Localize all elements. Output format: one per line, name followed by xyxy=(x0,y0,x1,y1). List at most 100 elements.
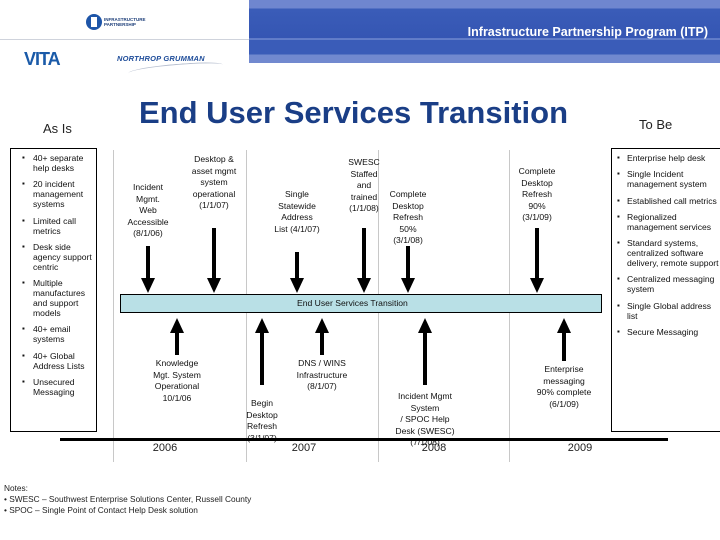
milestone-label-line: / SPOC Help xyxy=(400,414,450,425)
to-be-item-text: Secure Messaging xyxy=(627,327,699,338)
to-be-item-text: Single Incident management system xyxy=(627,169,707,190)
northrop-grumman-logo: NORTHROP GRUMMAN xyxy=(117,54,205,63)
bullet-icon: ▪ xyxy=(22,324,25,334)
as-is-item-text: Multiple manufactures and support models xyxy=(33,278,86,319)
milestone-label-line: Incident xyxy=(132,182,164,192)
milestone-label-line: system xyxy=(200,177,228,188)
milestone-label-line: 90% xyxy=(528,200,546,211)
to-be-item-text: Established call metrics xyxy=(627,195,717,206)
milestone-label-line: trained xyxy=(350,191,378,202)
arrow-up-icon xyxy=(255,318,269,385)
milestone-label-line: operational xyxy=(192,188,236,199)
milestone-label-line: Incident Mgmt xyxy=(398,391,452,401)
milestone-label-line: Statewide xyxy=(278,200,316,211)
arrow-down-icon xyxy=(401,246,415,293)
note-item: • SWESC – Southwest Enterprise Solutions… xyxy=(4,494,252,504)
itp-logo-text: INFRASTRUCTURE PARTNERSHIP xyxy=(104,17,146,27)
to-be-item: ▪ Regionalized management services xyxy=(612,212,720,232)
arrow-up-icon xyxy=(418,318,432,385)
note-text: SPOC – Single Point of Contact Help Desk… xyxy=(9,505,198,515)
to-be-item: ▪ Established call metrics xyxy=(612,196,720,206)
bullet-icon: ▪ xyxy=(617,211,620,221)
itp-logo-icon xyxy=(86,14,102,30)
arrow-up-icon xyxy=(557,318,571,361)
milestone-label-line: Refresh xyxy=(246,421,278,432)
as-is-item-text: Unsecured Messaging xyxy=(33,377,75,398)
bullet-icon: ▪ xyxy=(617,327,620,337)
to-be-label: To Be xyxy=(639,117,673,132)
as-is-list: ▪ 40+ separate help desks ▪ 20 incident man… xyxy=(11,149,96,397)
milestone-label-line: Mgmt. xyxy=(136,193,160,204)
arrow-down-icon xyxy=(530,228,544,293)
milestone-label-line: Infrastructure xyxy=(296,369,348,380)
as-is-item-text: 40+ separate help desks xyxy=(33,153,84,173)
milestone-label: Incident Mgmt. Web Accessible (8/1/06) xyxy=(127,182,168,240)
milestone-label-line: Address xyxy=(281,212,313,223)
milestone-label-line: (6/1/09) xyxy=(549,398,579,409)
as-is-item: ▪ Unsecured Messaging xyxy=(11,377,96,397)
as-is-item-text: Limited call metrics xyxy=(33,215,76,236)
to-be-item: ▪ Enterprise help desk xyxy=(612,153,720,163)
banner-title: Infrastructure Partnership Program (ITP) xyxy=(467,25,708,39)
bullet-icon: ▪ xyxy=(22,179,25,189)
header-divider xyxy=(0,39,250,40)
milestone-label: Knowledge Mgt. System Operational 10/1/06 xyxy=(153,358,201,404)
milestone-label-line: Single xyxy=(285,189,309,199)
as-is-label: As Is xyxy=(43,121,72,136)
milestone-label-line: messaging xyxy=(543,375,585,386)
milestone-label-line: Web xyxy=(139,205,157,216)
notes-heading: Notes: xyxy=(4,483,28,493)
as-is-item-text: 40+ email systems xyxy=(33,324,71,345)
bullet-icon: ▪ xyxy=(617,238,620,248)
milestone-label: Complete Desktop Refresh 50% (3/1/08) xyxy=(390,189,427,247)
as-is-item: ▪ 20 incident management systems xyxy=(11,179,96,209)
bullet-icon: ▪ xyxy=(617,195,620,205)
to-be-item-text: Centralized messaging system xyxy=(627,274,715,295)
as-is-item: ▪ 40+ email systems xyxy=(11,324,96,344)
milestone-label-line: (3/1/09) xyxy=(522,212,552,223)
as-is-item: ▪ 40+ separate help desks xyxy=(11,153,96,173)
as-is-item: ▪ Limited call metrics xyxy=(11,216,96,236)
bullet-icon: ▪ xyxy=(617,274,620,284)
to-be-item: ▪ Secure Messaging xyxy=(612,327,720,337)
note-text: SWESC – Southwest Enterprise Solutions C… xyxy=(9,494,252,504)
milestone-label-line: List (4/1/07) xyxy=(274,223,320,234)
arrow-down-icon xyxy=(207,228,221,293)
to-be-item-text: Enterprise help desk xyxy=(627,153,706,163)
milestone-label-line: 10/1/06 xyxy=(162,392,192,403)
as-is-item-text: 40+ Global Address Lists xyxy=(33,350,85,371)
milestone-label-line: (1/1/07) xyxy=(199,200,229,211)
arrow-up-icon xyxy=(315,318,329,355)
milestone-label-line: Accessible xyxy=(127,216,169,227)
year-label: 2006 xyxy=(152,442,178,454)
milestone-label: Desktop & asset mgmt system operational (1/1… xyxy=(192,154,236,212)
page-title: End User Services Transition xyxy=(139,95,569,130)
transition-band-label: End User Services Transition xyxy=(297,298,408,308)
milestone-label: Enterprise messaging 90% complete (6/1/09) xyxy=(537,364,591,410)
to-be-box: ▪ Enterprise help desk ▪ Single Incident ma… xyxy=(611,148,720,432)
milestone-label-line: (8/1/06) xyxy=(133,228,163,239)
arrow-down-icon xyxy=(141,246,155,293)
bullet-icon: ▪ xyxy=(617,169,620,179)
milestone-label-line: Knowledge xyxy=(155,358,199,368)
to-be-item-text: Single Global address list xyxy=(627,300,712,321)
milestone-label-line: (1/1/08) xyxy=(349,203,379,214)
milestone-label-line: Mgt. System xyxy=(153,369,201,380)
milestone-label-line: Desk (SWESC) xyxy=(395,425,455,436)
milestone-label-line: Complete xyxy=(518,166,556,176)
arrow-down-icon xyxy=(290,252,304,293)
milestone-label-line: Desktop & xyxy=(194,154,234,164)
note-item: • SPOC – Single Point of Contact Help De… xyxy=(4,505,198,515)
itp-logo: INFRASTRUCTURE PARTNERSHIP xyxy=(86,14,156,32)
bullet-icon: ▪ xyxy=(22,153,25,162)
milestone-label-line: Refresh xyxy=(392,212,424,223)
to-be-item-text: Standard systems, centralized software d… xyxy=(627,238,719,269)
year-label: 2009 xyxy=(567,442,593,454)
milestone-label: SWESC Staffed and trained (1/1/08) xyxy=(348,157,380,215)
vita-logo: VITA xyxy=(24,49,61,69)
arrow-down-icon xyxy=(357,228,371,293)
milestone-label-line: Desktop xyxy=(521,177,553,188)
bullet-icon: ▪ xyxy=(617,300,620,310)
as-is-item-text: 20 incident management systems xyxy=(33,179,84,210)
to-be-item-text: Regionalized management services xyxy=(627,211,712,232)
